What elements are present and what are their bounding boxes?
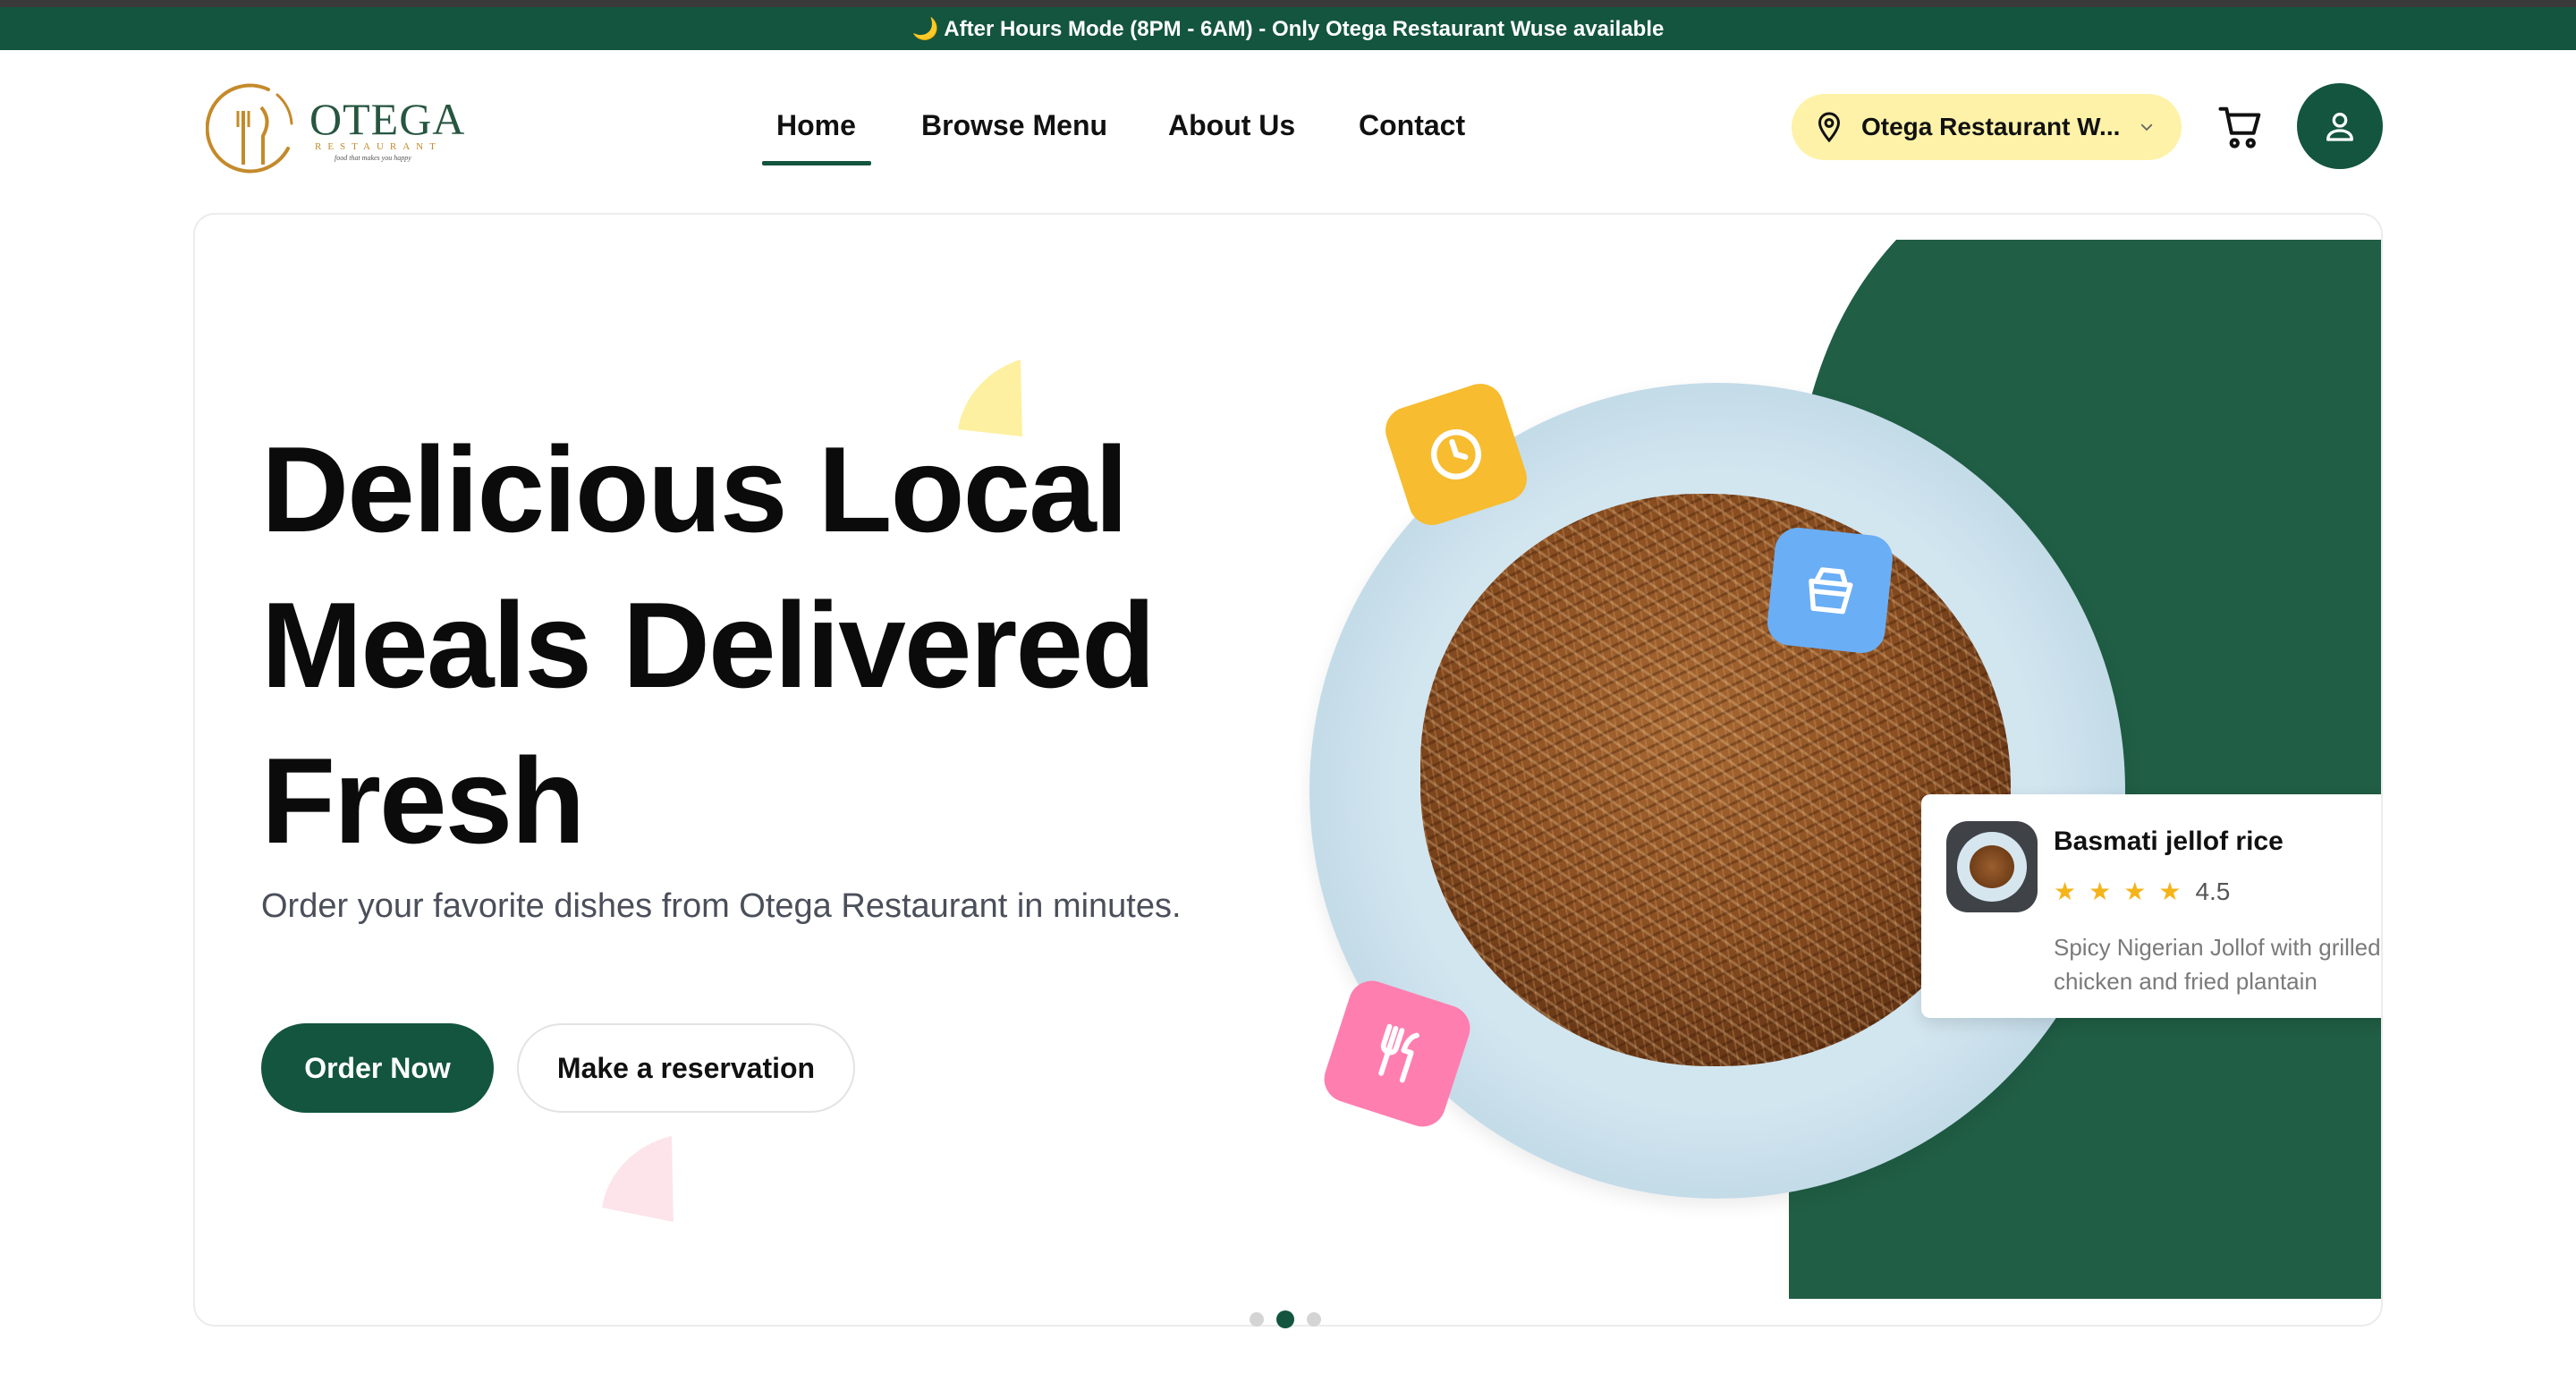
hero-headline: Delicious Local Meals Delivered Fresh bbox=[261, 411, 1156, 878]
nav-about-us[interactable]: About Us bbox=[1168, 109, 1295, 142]
make-reservation-button[interactable]: Make a reservation bbox=[517, 1023, 855, 1113]
pink-shape-decoration bbox=[602, 1136, 674, 1222]
nav-home[interactable]: Home bbox=[776, 109, 856, 142]
hero-subtext: Order your favorite dishes from Otega Re… bbox=[261, 887, 1182, 925]
headline-line-3: Fresh bbox=[261, 733, 585, 869]
hero-section: Delicious Local Meals Delivered Fresh Or… bbox=[193, 213, 2383, 1327]
fork-knife-icon bbox=[1378, 1023, 1419, 1083]
logo-name: OTEGA bbox=[309, 94, 466, 144]
nav-contact[interactable]: Contact bbox=[1359, 109, 1465, 142]
window-top-edge bbox=[0, 0, 2576, 7]
location-label: Otega Restaurant W... bbox=[1861, 113, 2121, 140]
after-hours-banner: 🌙 After Hours Mode (8PM - 6AM) - Only Ot… bbox=[0, 7, 2576, 50]
dish-name: Basmati jellof rice bbox=[2054, 827, 2284, 856]
carousel-dot-active[interactable] bbox=[1276, 1310, 1294, 1328]
logo-tagline: food that makes you happy bbox=[335, 154, 411, 162]
order-now-button[interactable]: Order Now bbox=[261, 1023, 494, 1113]
headline-line-1: Delicious Local bbox=[261, 421, 1129, 557]
carousel-dot[interactable] bbox=[1307, 1312, 1321, 1327]
nav-browse-menu[interactable]: Browse Menu bbox=[921, 109, 1107, 142]
takeout-box-badge bbox=[1765, 525, 1895, 656]
dish-thumbnail bbox=[1946, 821, 2038, 912]
dish-description: Spicy Nigerian Jollof with grilled chick… bbox=[2054, 934, 2381, 995]
location-selector[interactable]: Otega Restaurant W... bbox=[1792, 94, 2182, 160]
headline-line-2: Meals Delivered bbox=[261, 577, 1156, 713]
star-icon: ★ bbox=[2158, 878, 2182, 905]
featured-dish-card[interactable]: Basmati jellof rice ★ ★ ★ ★ 4.5 Spicy Ni… bbox=[1921, 794, 2381, 1018]
chevron-down-icon bbox=[2140, 123, 2153, 131]
takeout-box-icon bbox=[1809, 567, 1853, 615]
user-account-button[interactable] bbox=[2297, 83, 2383, 169]
dish-rating: ★ ★ ★ ★ 4.5 bbox=[2054, 877, 2230, 906]
clock-icon bbox=[1431, 429, 1481, 479]
logo-subtitle: RESTAURANT bbox=[315, 141, 442, 152]
carousel-indicators bbox=[1250, 1310, 1321, 1328]
nav-active-indicator bbox=[762, 161, 871, 165]
star-icon: ★ bbox=[2054, 878, 2077, 905]
cart-icon[interactable] bbox=[2216, 103, 2265, 151]
star-icon: ★ bbox=[2123, 878, 2147, 905]
rating-value: 4.5 bbox=[2195, 877, 2231, 905]
logo-emblem-icon bbox=[205, 83, 293, 174]
carousel-dot[interactable] bbox=[1250, 1312, 1264, 1327]
otega-logo[interactable]: OTEGA RESTAURANT food that makes you hap… bbox=[205, 81, 466, 181]
map-pin-icon bbox=[1818, 112, 1841, 143]
star-icon: ★ bbox=[2089, 878, 2112, 905]
user-icon bbox=[2326, 113, 2353, 141]
